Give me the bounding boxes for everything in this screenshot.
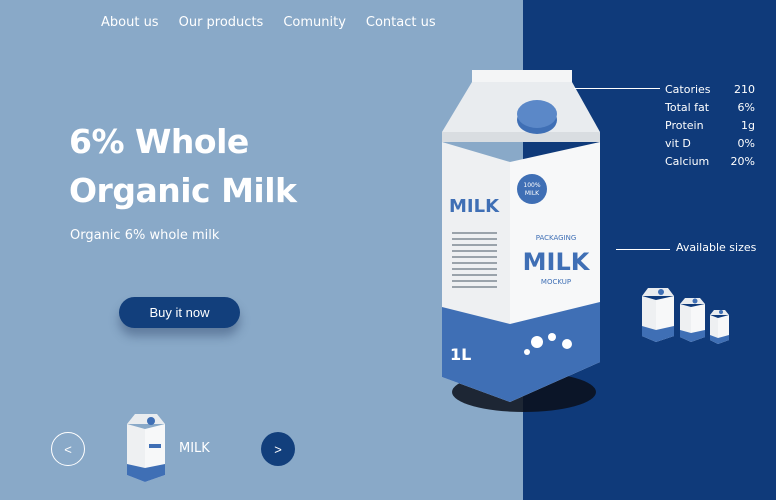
nutrition-value: 6% <box>737 101 755 114</box>
carousel-item-label: MILK <box>179 441 210 456</box>
carton-brand-right: MILK <box>523 248 591 276</box>
size-options <box>642 288 729 344</box>
title-line-2: Organic Milk <box>69 171 297 210</box>
nutrition-row: Calcium 20% <box>665 153 755 171</box>
carton-bottom-text: MOCKUP <box>541 278 571 286</box>
carton-volume: 1L <box>450 345 471 364</box>
nav-community[interactable]: Comunity <box>283 15 346 30</box>
carousel-prev-button[interactable]: < <box>51 432 85 466</box>
nutrition-name: Protein <box>665 119 704 132</box>
badge-line-1: 100% <box>523 182 540 189</box>
nutrition-row: vit D 0% <box>665 135 755 153</box>
size-large-carton[interactable] <box>642 288 674 342</box>
nutrition-row: Total fat 6% <box>665 99 755 117</box>
nutrition-row: Catories 210 <box>665 81 755 99</box>
nutrition-name: Calcium <box>665 155 710 168</box>
nav-products[interactable]: Our products <box>179 15 264 30</box>
carton-brand-left: MILK <box>449 196 500 217</box>
nutrition-pointer-line <box>574 88 660 89</box>
nutrition-table: Catories 210 Total fat 6% Protein 1g vit D 0… <box>665 81 755 171</box>
nutrition-value: 210 <box>734 83 755 96</box>
size-small-carton[interactable] <box>710 310 729 344</box>
badge-line-2: MILK <box>525 190 540 197</box>
milk-carton-image: 100% MILK MILK PACKAGING MILK MOCKUP 1L <box>442 70 600 412</box>
nav-about[interactable]: About us <box>101 15 159 30</box>
carousel-next-button[interactable]: > <box>261 432 295 466</box>
nutrition-value: 0% <box>737 137 755 150</box>
nav-contact[interactable]: Contact us <box>366 15 436 30</box>
carton-top-text: PACKAGING <box>536 234 577 242</box>
nutrition-name: Catories <box>665 83 711 96</box>
title-line-1: 6% Whole <box>69 122 249 161</box>
buy-button[interactable]: Buy it now <box>119 297 240 328</box>
sizes-label: Available sizes <box>676 241 757 254</box>
nutrition-value: 20% <box>730 155 755 168</box>
nutrition-name: Total fat <box>665 101 710 114</box>
page-subtitle: Organic 6% whole milk <box>70 228 220 243</box>
nutrition-value: 1g <box>741 119 755 132</box>
nutrition-name: vit D <box>665 137 691 150</box>
carousel-carton-thumbnail[interactable] <box>125 410 167 484</box>
page-title: 6% Whole Organic Milk <box>69 117 297 215</box>
size-medium-carton[interactable] <box>680 298 705 342</box>
nutrition-row: Protein 1g <box>665 117 755 135</box>
main-nav: About us Our products Comunity Contact u… <box>101 15 456 30</box>
sizes-pointer-line <box>616 249 670 250</box>
